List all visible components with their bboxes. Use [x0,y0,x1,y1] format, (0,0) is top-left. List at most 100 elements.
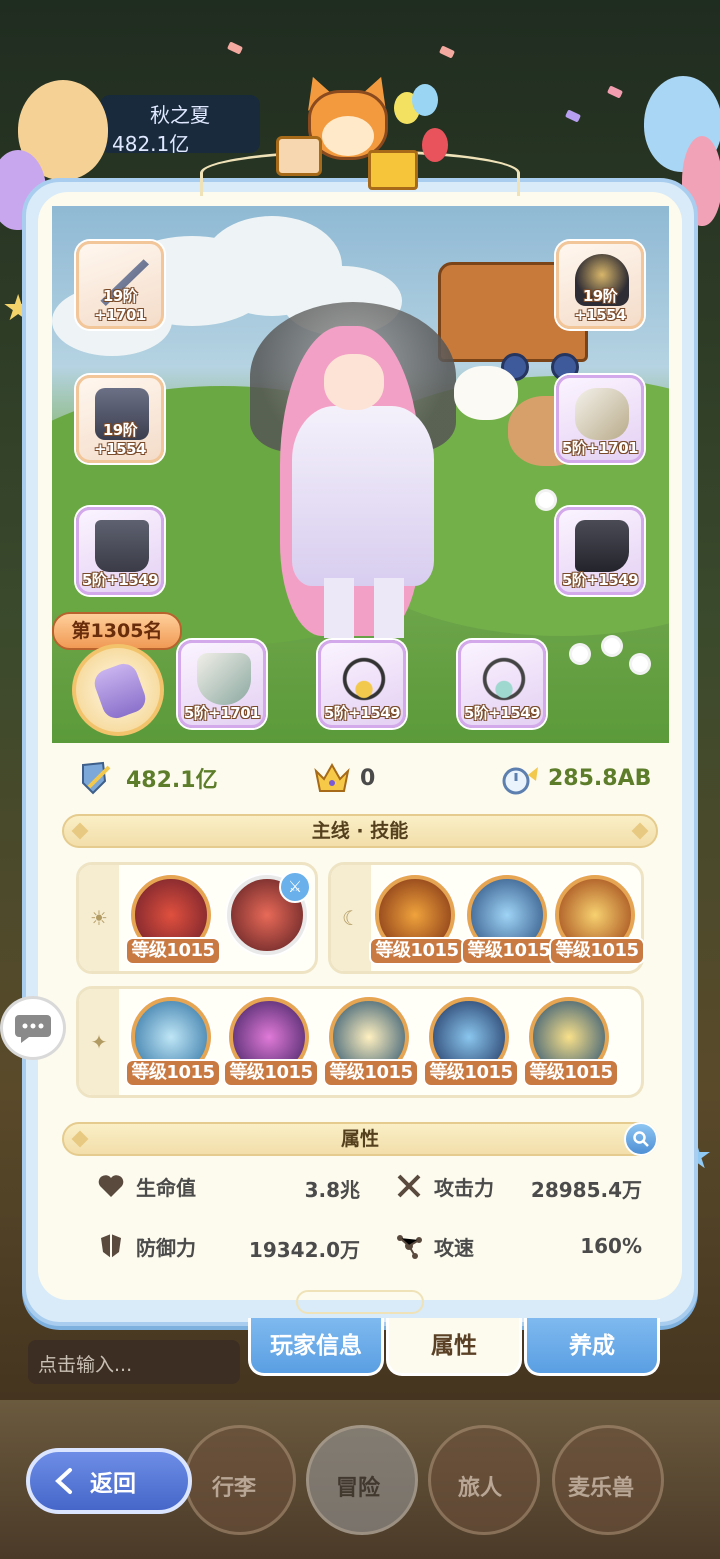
attr-aspd-label: 攻速 [434,1235,474,1260]
mascot-cat-icon [272,71,448,202]
sword-badge-icon: ⚔ [279,871,311,903]
nav-pet-label: 麦乐兽 [568,1476,635,1501]
skills-section-title: 主线 · 技能 [311,820,409,842]
equip-slot-amulet[interactable]: 5阶+1549 [458,640,546,728]
search-icon [633,1131,649,1147]
character-dress [292,406,434,586]
attr-aspd: 攻速 [394,1226,474,1266]
back-button[interactable]: 返回 [26,1448,192,1514]
stat-power: 482.1亿 [78,758,218,798]
chat-button[interactable] [0,996,66,1060]
tab-player-info[interactable]: 玩家信息 [248,1318,384,1376]
skill-level: 等级1015 [523,1059,619,1087]
skill-icon[interactable]: 等级1015 [323,997,419,1087]
nav-luggage-label: 行李 [212,1476,257,1501]
chat-input[interactable]: 点击输入... [28,1340,240,1384]
skill-icon[interactable]: 等级1015 [461,875,557,965]
skill-level: 等级1015 [223,1059,319,1087]
equip-slot-legs[interactable]: 5阶+1549 [76,507,164,595]
stat-crown: 0 [312,758,375,798]
attack-speed-icon [394,1231,424,1261]
stat-power-value: 482.1亿 [126,768,218,793]
skill-group-moon: ☾ 等级1015 等级1015 等级1015 [328,862,645,974]
character-legs [324,578,404,638]
background-player-name: 秋之夏 [150,103,210,127]
equip-slot-body[interactable]: 19阶+1554 [76,375,164,463]
skill-level: 等级1015 [549,937,645,965]
equip-level: 5阶+1549 [323,704,401,722]
attributes-section-title: 属性 [340,1128,379,1150]
attr-hp: 生命值 [96,1166,196,1206]
attributes-section-header: 属性 [62,1122,658,1156]
nav-traveler-label: 旅人 [458,1476,503,1501]
skill-level: 等级1015 [125,937,221,965]
skill-level: 等级1015 [323,1059,419,1087]
equip-slot-offhand[interactable]: 5阶+1701 [178,640,266,728]
tab-cultivate[interactable]: 养成 [524,1318,660,1376]
stopwatch-wing-icon [500,758,540,798]
moon-icon: ☾ [331,865,371,971]
gauntlet-icon [575,388,629,440]
equip-slot-necklace[interactable]: 5阶+1549 [318,640,406,728]
shield-icon [197,653,251,705]
equip-level: 19阶+1701 [94,287,146,324]
crown-icon [312,758,352,798]
skill-icon[interactable]: 等级1015 [125,997,221,1087]
attr-atk-label: 攻击力 [434,1175,494,1200]
skill-icon[interactable]: 等级1015 [223,997,319,1087]
sun-icon: ☀ [79,865,119,971]
equip-level: 5阶+1549 [463,704,541,722]
artifact-slot[interactable] [72,644,164,736]
skills-section-header: 主线 · 技能 [62,814,658,848]
skill-level: 等级1015 [461,937,557,965]
attr-def: 防御力 [96,1226,196,1266]
sparkle-icon: ✦ [79,989,119,1095]
nav-adventure-label: 冒险 [336,1476,381,1501]
skill-icon[interactable]: 等级1015 [369,875,465,965]
skill-icon[interactable]: 等级1015 [125,875,221,965]
tab-attributes[interactable]: 属性 [386,1318,522,1376]
equip-level: 19阶+1554 [574,287,626,324]
background-player-tag: 秋之夏 482.1亿 [100,95,260,156]
skill-group-sun: ☀ 等级1015 ⚔ [76,862,318,974]
attr-atk-value: 28985.4万 [530,1178,642,1202]
stat-speed-value: 285.8AB [548,765,652,791]
skill-level: 等级1015 [423,1059,519,1087]
back-button-label: 返回 [90,1471,136,1497]
chat-icon [15,1015,51,1043]
skill-level: 等级1015 [369,937,465,965]
skill-group-star: ✦ 等级1015 等级1015 等级1015 等级1015 等级1015 [76,986,644,1098]
pants-icon [95,520,149,572]
attr-hp-value: 3.8兆 [304,1178,360,1202]
equip-level: 5阶+1549 [561,571,639,589]
equip-slot-weapon[interactable]: 19阶+1701 [76,241,164,329]
equip-slot-feet[interactable]: 5阶+1549 [556,507,644,595]
amulet-icon [477,653,531,705]
pet-white [454,366,518,420]
attr-def-value: 19342.0万 [248,1238,360,1262]
scroll-icon [90,659,150,723]
attr-aspd-value: 160% [580,1234,642,1258]
background-player-power: 482.1亿 [112,132,190,156]
equip-slot-hands[interactable]: 5阶+1701 [556,375,644,463]
skill-icon[interactable]: 等级1015 [549,875,645,965]
heart-icon [96,1171,126,1201]
attr-atk: 攻击力 [394,1166,494,1206]
character-face [324,354,384,410]
crossed-swords-icon [394,1171,424,1201]
equip-level: 5阶+1701 [561,439,639,457]
necklace-icon [337,653,391,705]
skill-icon[interactable]: 等级1015 [423,997,519,1087]
shield-icon [96,1231,126,1261]
stat-speed: 285.8AB [500,758,651,798]
equip-slot-head[interactable]: 19阶+1554 [556,241,644,329]
skill-level: 等级1015 [125,1059,221,1087]
attr-hp-label: 生命值 [136,1175,196,1200]
equip-level: 19阶+1554 [94,421,146,458]
search-button[interactable] [624,1122,658,1156]
back-arrow-icon [55,1468,72,1494]
panel-bottom-ornament [296,1290,424,1314]
equip-level: 5阶+1549 [81,571,159,589]
skill-icon[interactable]: 等级1015 [523,997,619,1087]
skill-icon-equipped[interactable]: ⚔ [227,871,311,955]
